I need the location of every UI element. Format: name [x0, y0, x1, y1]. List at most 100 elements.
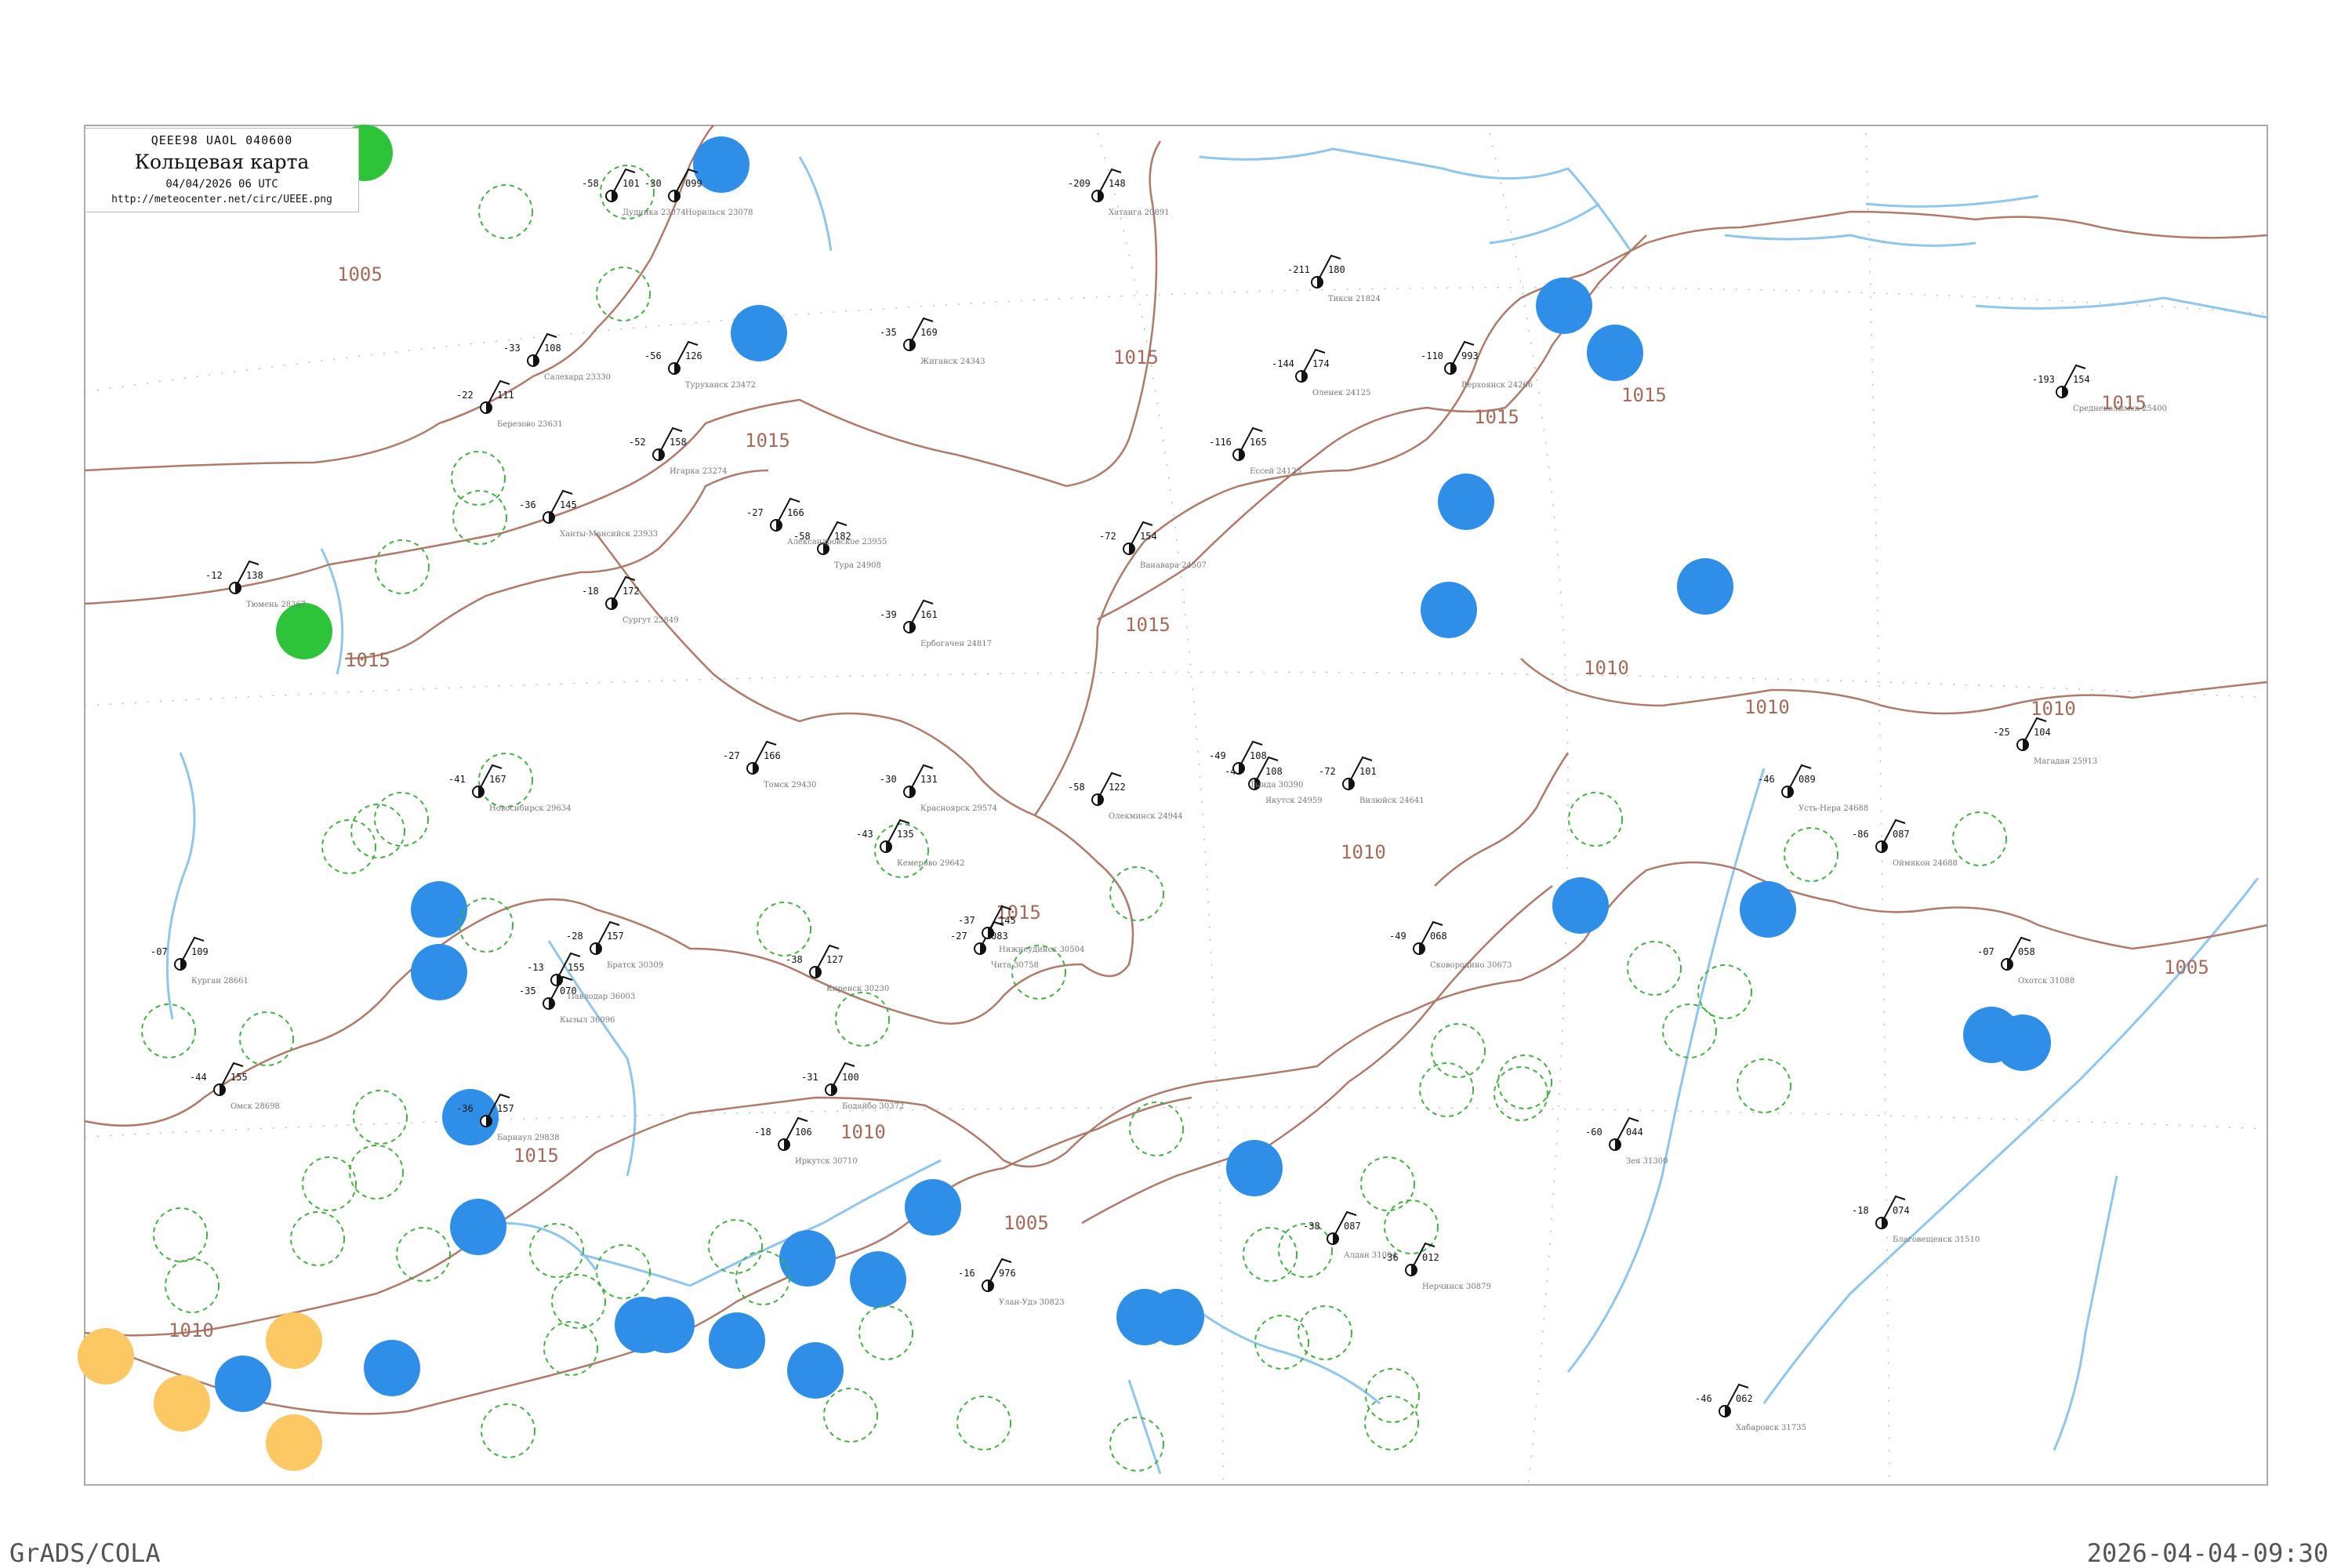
- map-legend: QEEE98 UAOL 040600 Кольцевая карта 04/04…: [85, 128, 359, 212]
- isobar-label: 1015: [745, 430, 790, 452]
- precip-station-marker[interactable]: [850, 1251, 906, 1308]
- haze-station-marker[interactable]: [266, 1414, 322, 1471]
- station-pressure: 126: [685, 350, 702, 361]
- station-temperature: -16: [958, 1268, 975, 1279]
- station-temperature: -27: [723, 750, 740, 761]
- station-name: Оленек 24125: [1312, 389, 1370, 397]
- precip-station-marker[interactable]: [731, 305, 787, 361]
- station-temperature: -18: [754, 1127, 771, 1138]
- footer-timestamp: 2026-04-04-09:30: [2086, 1538, 2328, 1568]
- station-pressure: 976: [999, 1268, 1016, 1279]
- station-temperature: -35: [519, 985, 536, 996]
- station-temperature: -110: [1421, 350, 1443, 361]
- isobar-label: 1015: [1474, 406, 1519, 428]
- station-name: Салехард 23330: [544, 373, 611, 382]
- station-pressure: 087: [1344, 1221, 1361, 1232]
- precip-station-marker[interactable]: [215, 1356, 271, 1412]
- station-temperature: -52: [629, 437, 646, 448]
- station-pressure: 165: [1250, 437, 1267, 448]
- station-name: Кемерово 29642: [897, 859, 964, 868]
- station-pressure: 180: [1328, 264, 1345, 275]
- station-temperature: -31: [801, 1072, 818, 1083]
- haze-station-marker[interactable]: [154, 1375, 210, 1432]
- station-temperature: -58: [1068, 782, 1085, 793]
- station-name: Омск 28698: [230, 1102, 280, 1111]
- station-name: Усть-Нера 24688: [1798, 804, 1868, 813]
- station-pressure: 044: [1626, 1127, 1643, 1138]
- station-temperature: -07: [151, 946, 168, 957]
- synoptic-map: 1005 1015 1015 1015 1015 1015 1015 1010 …: [78, 125, 2268, 1486]
- station-pressure: 101: [622, 178, 640, 189]
- isobar-label: 1015: [1113, 347, 1159, 368]
- precip-station-marker[interactable]: [1438, 474, 1494, 530]
- station-name: Ербогачен 24817: [920, 640, 992, 648]
- station-pressure: 012: [1422, 1252, 1439, 1263]
- precip-station-marker[interactable]: [450, 1199, 506, 1255]
- station-name: Зея 31300: [1626, 1157, 1668, 1166]
- station-name: Благовещенск 31510: [1893, 1236, 1980, 1244]
- station-temperature: -144: [1272, 358, 1294, 369]
- isobar-label: 1005: [2164, 956, 2209, 978]
- station-pressure: 108: [1265, 766, 1283, 777]
- station-temperature: -49: [1209, 750, 1226, 761]
- station-pressure: 167: [489, 774, 506, 785]
- station-pressure: 155: [230, 1072, 248, 1083]
- station-pressure: 172: [622, 586, 640, 597]
- precip-station-marker[interactable]: [411, 944, 467, 1000]
- haze-station-marker[interactable]: [266, 1312, 322, 1369]
- isobar-label: 1005: [1004, 1212, 1049, 1234]
- precip-station-marker[interactable]: [1587, 325, 1643, 381]
- station-name: Игарка 23274: [670, 467, 728, 476]
- footer-software: GrADS/COLA: [9, 1538, 161, 1568]
- station-pressure: 122: [1109, 782, 1126, 793]
- station-pressure: 148: [1109, 178, 1126, 189]
- station-pressure: 074: [1893, 1205, 1910, 1216]
- station-name: Курган 28661: [191, 977, 249, 985]
- station-pressure: 169: [920, 327, 938, 338]
- precip-station-marker[interactable]: [1226, 1140, 1283, 1196]
- haze-station-marker[interactable]: [78, 1328, 134, 1385]
- map-url[interactable]: http://meteocenter.net/circ/UEEE.png: [85, 194, 358, 205]
- precip-station-marker[interactable]: [1740, 881, 1796, 938]
- station-pressure: 161: [920, 609, 938, 620]
- station-pressure: 089: [1798, 774, 1816, 785]
- map-frame: [84, 125, 2268, 1486]
- precip-station-marker[interactable]: [1552, 877, 1609, 934]
- precip-station-marker[interactable]: [638, 1297, 695, 1353]
- fog-station-marker[interactable]: [276, 603, 332, 659]
- station-pressure: 100: [842, 1072, 859, 1083]
- station-name: Жиганск 24343: [920, 358, 985, 366]
- precip-station-marker[interactable]: [1677, 558, 1733, 615]
- precip-station-marker[interactable]: [1994, 1014, 2051, 1071]
- precip-station-marker[interactable]: [1148, 1289, 1204, 1345]
- station-temperature: -46: [1695, 1393, 1712, 1404]
- station-temperature: -72: [1099, 531, 1116, 542]
- station-pressure: 131: [920, 774, 938, 785]
- station-name: Томск 29430: [764, 781, 816, 789]
- station-pressure: 127: [826, 954, 844, 965]
- station-name: Вилюйск 24641: [1359, 797, 1425, 805]
- isobar-label: 1010: [1584, 657, 1629, 679]
- precip-station-marker[interactable]: [787, 1342, 844, 1399]
- station-temperature: -36: [1381, 1252, 1399, 1263]
- station-temperature: -18: [1852, 1205, 1869, 1216]
- station-pressure: 101: [1359, 766, 1377, 777]
- station-name: Олекминск 24944: [1109, 812, 1183, 821]
- precip-station-marker[interactable]: [411, 881, 467, 938]
- precip-station-marker[interactable]: [709, 1312, 765, 1369]
- station-name: Красноярск 29574: [920, 804, 997, 813]
- isobar-label: 1015: [1621, 384, 1667, 406]
- isobar-label: 1015: [514, 1145, 559, 1167]
- precip-station-marker[interactable]: [364, 1340, 420, 1396]
- precip-station-marker[interactable]: [905, 1179, 961, 1236]
- station-name: Ванавара 24507: [1140, 561, 1207, 570]
- station-temperature: -36: [456, 1103, 474, 1114]
- station-name: Чита 30758: [991, 961, 1039, 970]
- precip-station-marker[interactable]: [1421, 582, 1477, 638]
- precip-station-marker[interactable]: [779, 1230, 836, 1287]
- station-temperature: -30: [880, 774, 897, 785]
- precip-station-marker[interactable]: [1536, 278, 1592, 334]
- station-temperature: -86: [1852, 829, 1869, 840]
- station-name: Якутск 24959: [1265, 797, 1323, 805]
- station-temperature: -35: [880, 327, 897, 338]
